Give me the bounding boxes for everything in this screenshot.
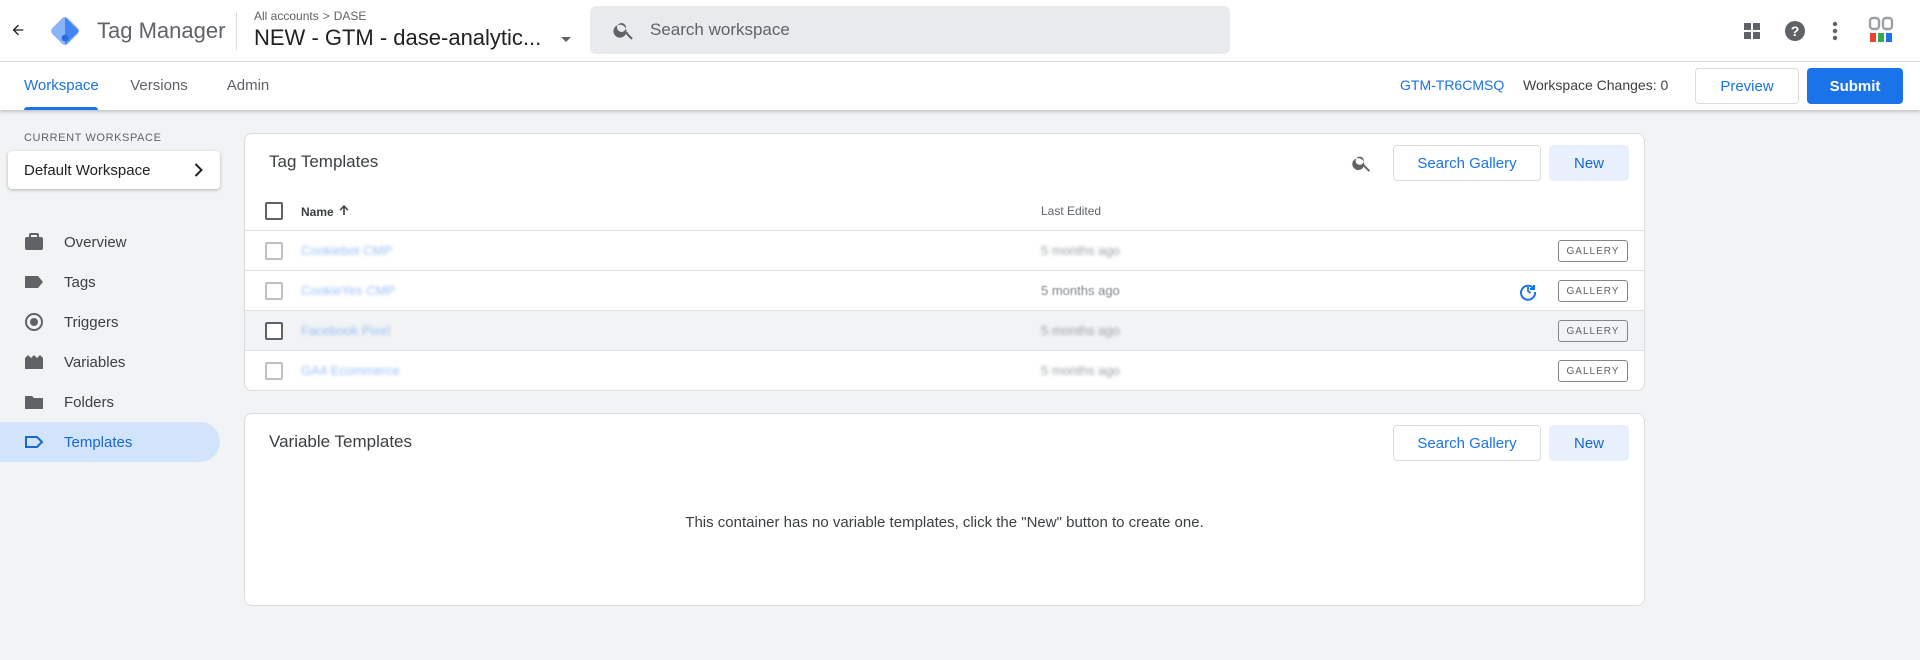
row-checkbox[interactable]: [265, 362, 283, 380]
sidebar-item-label: Overview: [64, 233, 127, 251]
help-icon[interactable]: ?: [1782, 18, 1808, 44]
row-checkbox[interactable]: [265, 282, 283, 300]
more-vert-icon[interactable]: [1822, 18, 1848, 44]
current-workspace-label: CURRENT WORKSPACE: [24, 132, 162, 144]
sidebar-item-triggers[interactable]: Triggers: [0, 302, 220, 342]
new-tag-template-button[interactable]: New: [1549, 145, 1629, 181]
last-edited: 5 months ago: [1041, 323, 1120, 338]
template-name[interactable]: Facebook Pixel: [301, 323, 390, 338]
column-header-last-edited[interactable]: Last Edited: [1041, 204, 1101, 218]
table-row[interactable]: CookieYes CMP 5 months ago GALLERY: [245, 270, 1644, 310]
apps-grid-icon[interactable]: [1739, 18, 1765, 44]
workspace-changes: Workspace Changes: 0: [1523, 77, 1669, 93]
gallery-badge: GALLERY: [1558, 280, 1628, 302]
sidebar-item-label: Folders: [64, 393, 115, 411]
variable-templates-card: Variable Templates Search Gallery New Th…: [244, 413, 1645, 606]
header-divider: [236, 12, 237, 50]
workspace-selector[interactable]: Default Workspace: [8, 151, 220, 189]
search-icon[interactable]: [1351, 152, 1375, 176]
sidebar-item-label: Variables: [64, 353, 126, 371]
tag-icon: [24, 272, 44, 292]
sidebar-item-folders[interactable]: Folders: [0, 382, 220, 422]
new-variable-template-button[interactable]: New: [1549, 425, 1629, 461]
breadcrumb-all-accounts[interactable]: All accounts: [254, 9, 319, 23]
tag-templates-card: Tag Templates Search Gallery New Name La…: [244, 133, 1645, 391]
sort-ascending-icon: [338, 204, 350, 219]
update-available-icon[interactable]: [1518, 281, 1538, 301]
sidebar-item-tags[interactable]: Tags: [0, 262, 220, 302]
search-gallery-button[interactable]: Search Gallery: [1393, 145, 1541, 181]
sidebar-item-overview[interactable]: Overview: [0, 222, 220, 262]
empty-state-message: This container has no variable templates…: [685, 514, 1204, 531]
sidebar-item-label: Templates: [64, 433, 133, 451]
sidebar-item-variables[interactable]: Variables: [0, 342, 220, 382]
table-row[interactable]: Cookiebot CMP 5 months ago GALLERY: [245, 230, 1644, 270]
briefcase-icon: [24, 232, 44, 252]
submit-button[interactable]: Submit: [1807, 68, 1903, 104]
last-edited: 5 months ago: [1041, 243, 1120, 258]
template-name[interactable]: Cookiebot CMP: [301, 243, 392, 258]
sidebar-item-templates[interactable]: Templates: [0, 422, 220, 462]
variable-templates-title: Variable Templates: [269, 432, 413, 451]
last-edited: 5 months ago: [1041, 283, 1120, 298]
search-input[interactable]: [650, 20, 1210, 40]
container-id-link[interactable]: GTM-TR6CMSQ: [1400, 77, 1504, 93]
preview-button[interactable]: Preview: [1695, 68, 1799, 104]
search-icon: [612, 18, 636, 42]
select-all-checkbox[interactable]: [265, 202, 283, 220]
tab-workspace[interactable]: Workspace: [24, 62, 99, 110]
caret-down-icon[interactable]: [558, 32, 574, 48]
workspace-navbar: Workspace Versions Admin GTM-TR6CMSQ Wor…: [0, 62, 1920, 110]
row-checkbox[interactable]: [265, 322, 283, 340]
trigger-icon: [24, 312, 44, 332]
template-name[interactable]: CookieYes CMP: [301, 283, 395, 298]
column-header-name-label: Name: [301, 204, 334, 219]
tag-manager-logo-icon: [48, 14, 82, 48]
sidebar-item-label: Tags: [64, 273, 96, 291]
gallery-badge: GALLERY: [1558, 240, 1628, 262]
search-bar[interactable]: [590, 6, 1230, 54]
workspace-name: Default Workspace: [24, 161, 151, 179]
search-gallery-button[interactable]: Search Gallery: [1393, 425, 1541, 461]
chevron-right-icon: [190, 162, 206, 178]
table-row[interactable]: Facebook Pixel 5 months ago GALLERY: [245, 310, 1644, 350]
variables-icon: [24, 352, 44, 372]
container-name[interactable]: NEW - GTM - dase-analytic...: [254, 25, 541, 51]
tab-versions[interactable]: Versions: [128, 62, 190, 110]
tag-templates-title: Tag Templates: [269, 152, 379, 171]
row-checkbox[interactable]: [265, 242, 283, 260]
breadcrumb-account[interactable]: DASE: [334, 9, 367, 23]
gallery-badge: GALLERY: [1558, 320, 1628, 342]
breadcrumb-separator: >: [322, 9, 330, 23]
template-name[interactable]: GA4 Ecommerce: [301, 363, 400, 378]
template-icon: [24, 432, 44, 452]
app-header: Tag Manager All accounts > DASE NEW - GT…: [0, 0, 1920, 62]
folder-icon: [24, 392, 44, 412]
last-edited: 5 months ago: [1041, 363, 1120, 378]
table-row[interactable]: GA4 Ecommerce 5 months ago GALLERY: [245, 350, 1644, 390]
svg-text:?: ?: [1791, 23, 1800, 39]
avatar[interactable]: [1864, 14, 1898, 48]
sidebar-item-label: Triggers: [64, 313, 119, 331]
product-name: Tag Manager: [97, 18, 226, 43]
gallery-badge: GALLERY: [1558, 360, 1628, 382]
back-arrow-icon[interactable]: [6, 18, 30, 42]
breadcrumb: All accounts > DASE: [254, 9, 366, 23]
tab-admin[interactable]: Admin: [222, 62, 274, 110]
column-header-name[interactable]: Name: [301, 204, 350, 219]
